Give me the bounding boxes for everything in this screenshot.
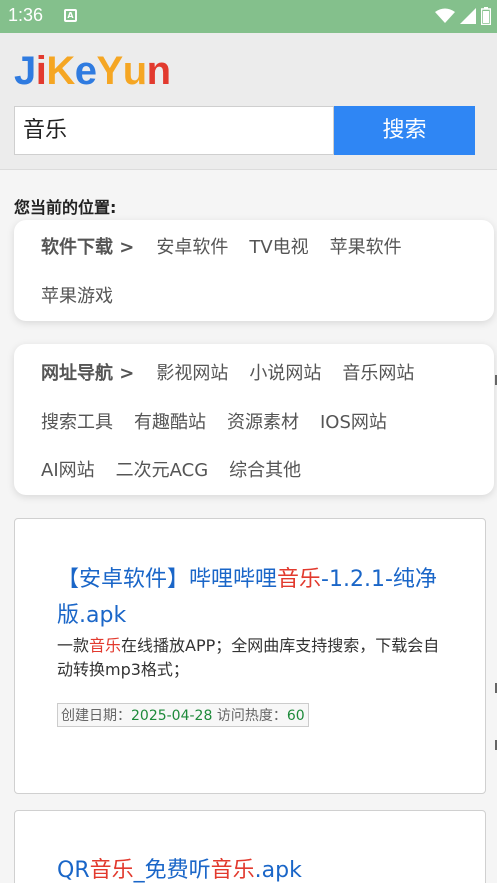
status-icons (435, 6, 491, 26)
nav-row-1: 网址导航 > 影视网站 小说网站 音乐网站 (41, 360, 435, 384)
logo-letter: n (146, 49, 171, 93)
meta-date-label: 创建日期： (61, 708, 131, 724)
link-fun-sites[interactable]: 有趣酷站 (134, 408, 206, 434)
signal-icon (460, 8, 476, 24)
text-a-icon: A (64, 9, 77, 22)
meta-hot-label: 访问热度： (212, 708, 287, 724)
software-row-1: 软件下载 > 安卓软件 TV电视 苹果软件 (41, 234, 423, 258)
logo-letter: K (46, 49, 75, 93)
logo-letter: i (35, 49, 47, 93)
result-meta: 创建日期：2025-04-28 访问热度：60 (57, 703, 309, 727)
status-time: 1:36 (8, 5, 44, 25)
link-apple-games[interactable]: 苹果游戏 (41, 282, 113, 308)
desc-text: 一款 (57, 636, 90, 655)
search-input[interactable]: 音乐 (14, 106, 334, 155)
site-logo[interactable]: JiKeYun (14, 49, 171, 94)
logo-letter: e (74, 49, 97, 93)
desc-keyword: 音乐 (89, 636, 122, 655)
meta-hot: 60 (286, 708, 305, 724)
logo-letter: u (122, 49, 147, 93)
result-title-keyword: 音乐 (277, 567, 322, 592)
software-category-card: 软件下载 > 安卓软件 TV电视 苹果软件 苹果游戏 (14, 220, 494, 321)
result-card: 【安卓软件】哔哩哔哩音乐-1.2.1-纯净版.apk 一款音乐在线播放APP；全… (14, 518, 486, 794)
meta-date: 2025-04-28 (131, 708, 213, 724)
software-category-label[interactable]: 软件下载 > (41, 233, 134, 259)
wifi-icon (435, 8, 455, 23)
location-label: 您当前的位置: (14, 198, 117, 217)
link-android-software[interactable]: 安卓软件 (156, 233, 228, 259)
link-search-tools[interactable]: 搜索工具 (41, 408, 113, 434)
status-bar: 1:36 A (0, 0, 497, 33)
result-title-keyword: 音乐 (89, 858, 134, 883)
result-description: 一款音乐在线播放APP；全网曲库支持搜索，下载会自动转换mp3格式； (57, 634, 447, 682)
result-title-text: .apk (254, 858, 302, 883)
link-ios-sites[interactable]: IOS网站 (320, 408, 387, 434)
logo-letter: J (14, 49, 36, 93)
link-resources[interactable]: 资源素材 (227, 408, 299, 434)
link-acg[interactable]: 二次元ACG (116, 456, 209, 482)
link-tv[interactable]: TV电视 (249, 233, 308, 259)
link-other[interactable]: 综合其他 (229, 456, 301, 482)
result-title[interactable]: 【安卓软件】哔哩哔哩音乐-1.2.1-纯净版.apk (57, 562, 447, 634)
link-ai-sites[interactable]: AI网站 (41, 456, 95, 482)
link-novel-sites[interactable]: 小说网站 (249, 359, 321, 385)
link-apple-software[interactable]: 苹果软件 (330, 233, 402, 259)
site-header: JiKeYun 音乐 搜索 (0, 33, 497, 170)
result-card: QR音乐_免费听音乐.apk (14, 810, 486, 883)
link-music-sites[interactable]: 音乐网站 (342, 359, 414, 385)
battery-icon (481, 7, 491, 25)
nav-row-3: AI网站 二次元ACG 综合其他 (41, 457, 322, 481)
result-title-keyword: 音乐 (210, 858, 255, 883)
logo-letter: Y (96, 49, 124, 93)
result-title[interactable]: QR音乐_免费听音乐.apk (57, 853, 447, 883)
nav-row-2: 搜索工具 有趣酷站 资源素材 IOS网站 (41, 409, 408, 433)
search-button[interactable]: 搜索 (334, 106, 475, 155)
result-title-text: _免费听 (133, 858, 211, 883)
result-title-text: QR (57, 858, 90, 883)
nav-category-label[interactable]: 网址导航 > (41, 359, 134, 385)
software-row-2: 苹果游戏 (41, 283, 134, 307)
result-title-text: 【安卓软件】哔哩哔哩 (57, 567, 278, 592)
nav-category-card: 网址导航 > 影视网站 小说网站 音乐网站 搜索工具 有趣酷站 资源素材 IOS… (14, 344, 494, 495)
link-video-sites[interactable]: 影视网站 (156, 359, 228, 385)
